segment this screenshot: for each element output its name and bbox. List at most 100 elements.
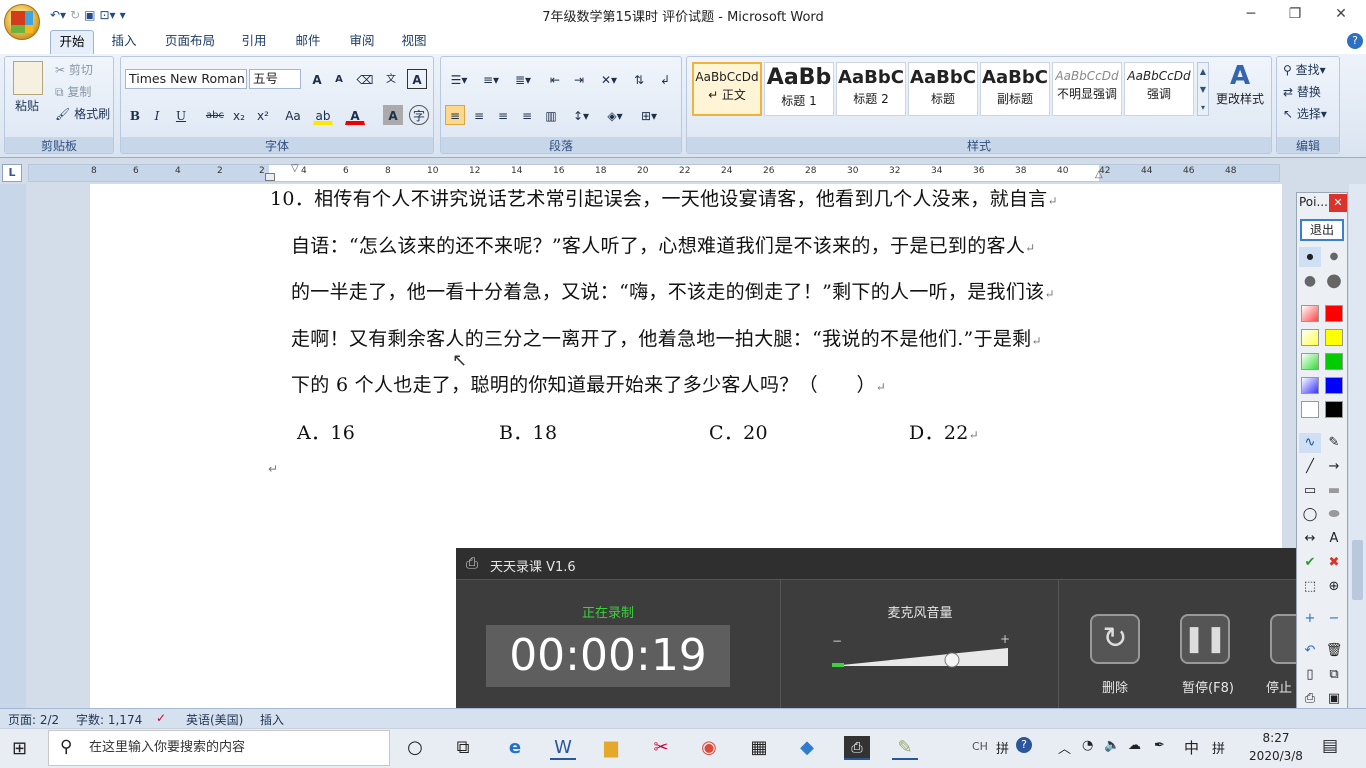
copy-button[interactable]: ⧉ 复制 — [55, 83, 91, 100]
font-name-dropdown[interactable]: Times New Roman — [125, 69, 247, 89]
restore-button[interactable]: ❐ — [1272, 2, 1318, 26]
undo-drawing-icon[interactable]: ↶ — [1299, 641, 1321, 661]
notifications-icon[interactable]: ▤ — [1322, 736, 1338, 756]
tab-review[interactable]: 审阅 — [342, 30, 382, 54]
vertical-scrollbar[interactable] — [1349, 184, 1366, 708]
document-line[interactable]: 走啊！又有剩余客人的三分之一离开了，他着急地一拍大腿：“我说的不是他们.”于是剩… — [291, 324, 1042, 351]
format-painter-button[interactable]: 🖌 格式刷 — [55, 105, 110, 122]
save-drawing-icon[interactable]: ▣ — [1323, 689, 1345, 709]
style-heading-2[interactable]: AaBbC 标题 2 — [836, 62, 906, 116]
minus-icon[interactable]: − — [1323, 609, 1345, 629]
tab-view[interactable]: 视图 — [394, 30, 434, 54]
pause-recording-button[interactable]: ❚❚ — [1180, 614, 1230, 664]
grow-font-button[interactable]: A — [307, 69, 327, 89]
multilevel-list-icon[interactable]: ≣▾ — [509, 69, 537, 89]
style-subtle-emphasis[interactable]: AaBbCcDd 不明显强调 — [1052, 62, 1122, 116]
snipping-tool-icon[interactable]: ✂ — [648, 736, 674, 760]
selection-icon[interactable]: ⬚ — [1299, 577, 1321, 597]
task-view-icon[interactable]: ⧉ — [450, 736, 476, 760]
select-button[interactable]: ↖ 选择▾ — [1283, 105, 1327, 122]
office-button[interactable] — [4, 4, 40, 40]
sort-icon[interactable]: ⇅ — [629, 69, 649, 89]
copy-drawing-icon[interactable]: ⧉ — [1323, 665, 1345, 685]
style-title[interactable]: AaBbC 标题 — [908, 62, 978, 116]
proofing-icon[interactable]: ✓ — [156, 711, 166, 725]
tab-references[interactable]: 引用 — [234, 30, 274, 54]
font-size-dropdown[interactable]: 五号 — [249, 69, 301, 89]
tab-stop-selector[interactable]: L — [2, 164, 22, 182]
volume-icon[interactable]: 🔈 — [1104, 738, 1120, 753]
ime-pinyin-indicator[interactable]: 拼 — [1212, 738, 1225, 757]
recorder-app-icon[interactable]: ⎙ — [844, 736, 870, 760]
zoom-icon[interactable]: ⊕ — [1323, 577, 1345, 597]
swatch-black[interactable] — [1325, 401, 1343, 418]
align-left-icon[interactable]: ≡ — [445, 105, 465, 125]
calculator-icon[interactable]: ▦ — [746, 736, 772, 760]
show-hidden-icons-icon[interactable]: ︿ — [1058, 738, 1071, 757]
document-line[interactable]: 的一半走了，他一看十分着急，又说：“嗨，不该走的倒走了！”剩下的人一听，是我们该… — [291, 277, 1055, 304]
style-normal[interactable]: AaBbCcDd ↵ 正文 — [692, 62, 762, 116]
paste-icon[interactable] — [13, 61, 43, 95]
left-indent-marker[interactable] — [265, 173, 275, 181]
show-marks-icon[interactable]: ↲ — [655, 69, 675, 89]
replace-button[interactable]: ⇄ 替换 — [1283, 83, 1321, 100]
pointofix-exit-button[interactable]: 退出 — [1300, 219, 1344, 241]
recorder-title-bar[interactable]: ⎙ 天天录课 V1.6 — [456, 548, 1296, 580]
app-icon[interactable]: ◆ — [794, 736, 820, 760]
dot-large-icon[interactable]: ● — [1299, 271, 1321, 291]
rectangle-icon[interactable]: ▭ — [1299, 481, 1321, 501]
pointofix-close-button[interactable]: ✕ — [1329, 194, 1347, 212]
swatch-green[interactable] — [1325, 353, 1343, 370]
language-indicator[interactable]: 英语(美国) — [186, 711, 243, 728]
minimize-button[interactable]: ─ — [1228, 2, 1274, 26]
ellipse-icon[interactable]: ◯ — [1299, 505, 1321, 525]
ime-mode-1[interactable]: 拼 — [996, 738, 1009, 757]
shading-icon[interactable]: ◈▾ — [601, 105, 629, 125]
filled-ellipse-icon[interactable]: ⬬ — [1323, 505, 1345, 525]
line-spacing-icon[interactable]: ↕▾ — [567, 105, 595, 125]
horizontal-ruler[interactable]: 8 6 4 2 2 4 6 8 10 12 14 16 18 20 22 24 26 28 30 32 34 36 38 40… — [28, 163, 1280, 182]
document-line[interactable]: 自语：“怎么该来的还不来呢？”客人听了，心想难道我们是不该来的，于是已到的客人↵ — [291, 231, 1036, 258]
phonetic-guide-icon[interactable]: 文 — [381, 69, 401, 89]
justify-icon[interactable]: ≡ — [517, 105, 537, 125]
first-line-indent-marker[interactable]: ▽ — [291, 163, 299, 174]
text-tool-icon[interactable]: A — [1323, 529, 1345, 549]
char-border-icon[interactable]: A — [407, 69, 427, 89]
align-right-icon[interactable]: ≡ — [493, 105, 513, 125]
plus-icon[interactable]: + — [1299, 609, 1321, 629]
change-case-button[interactable]: Aa — [279, 105, 307, 125]
filled-rectangle-icon[interactable]: ▬ — [1323, 481, 1345, 501]
swatch-yellow[interactable] — [1325, 329, 1343, 346]
mic-volume-knob[interactable] — [944, 652, 960, 668]
style-heading-1[interactable]: AaBb 标题 1 — [764, 62, 834, 116]
swatch-light-red[interactable] — [1301, 305, 1319, 322]
document-line[interactable]: 下的 6 个人也走了，聪明的你知道最开始来了多少客人吗？（ ）↵ — [291, 370, 886, 397]
word-count[interactable]: 字数: 1,174 — [76, 711, 142, 728]
tab-insert[interactable]: 插入 — [104, 30, 144, 54]
mic-volume-slider[interactable] — [832, 644, 1010, 668]
swatch-white[interactable] — [1301, 401, 1319, 418]
delete-recording-button[interactable]: ↻ — [1090, 614, 1140, 664]
windows-start-icon[interactable]: ⊞ — [12, 738, 27, 759]
styles-scroll-icon[interactable]: ▲ ▼ ▾ — [1197, 62, 1209, 116]
cut-button[interactable]: ✂ 剪切 — [55, 61, 93, 78]
ime-ch-icon[interactable]: CH — [972, 740, 988, 753]
bold-button[interactable]: B — [125, 105, 145, 125]
swatch-light-green[interactable] — [1301, 353, 1319, 370]
ime-help-icon[interactable]: ? — [1016, 737, 1032, 753]
option-b[interactable]: B．18 — [499, 418, 557, 445]
tab-page-layout[interactable]: 页面布局 — [158, 30, 222, 54]
new-page-icon[interactable]: ▯ — [1299, 665, 1321, 685]
paste-button[interactable]: 粘贴 — [15, 97, 39, 114]
option-c[interactable]: C．20 — [709, 418, 768, 445]
scroll-thumb[interactable] — [1352, 540, 1363, 600]
increase-indent-icon[interactable]: ⇥ — [569, 69, 589, 89]
option-d[interactable]: D．22↵ — [909, 418, 979, 445]
help-icon[interactable]: ? — [1347, 33, 1363, 49]
highlighter-icon[interactable]: ✎ — [1323, 433, 1345, 453]
style-subtitle[interactable]: AaBbC 副标题 — [980, 62, 1050, 116]
pen-icon[interactable]: ✒ — [1154, 738, 1165, 753]
option-a[interactable]: A．16 — [297, 418, 355, 445]
subscript-button[interactable]: x₂ — [229, 105, 249, 125]
close-button[interactable]: ✕ — [1318, 2, 1364, 26]
